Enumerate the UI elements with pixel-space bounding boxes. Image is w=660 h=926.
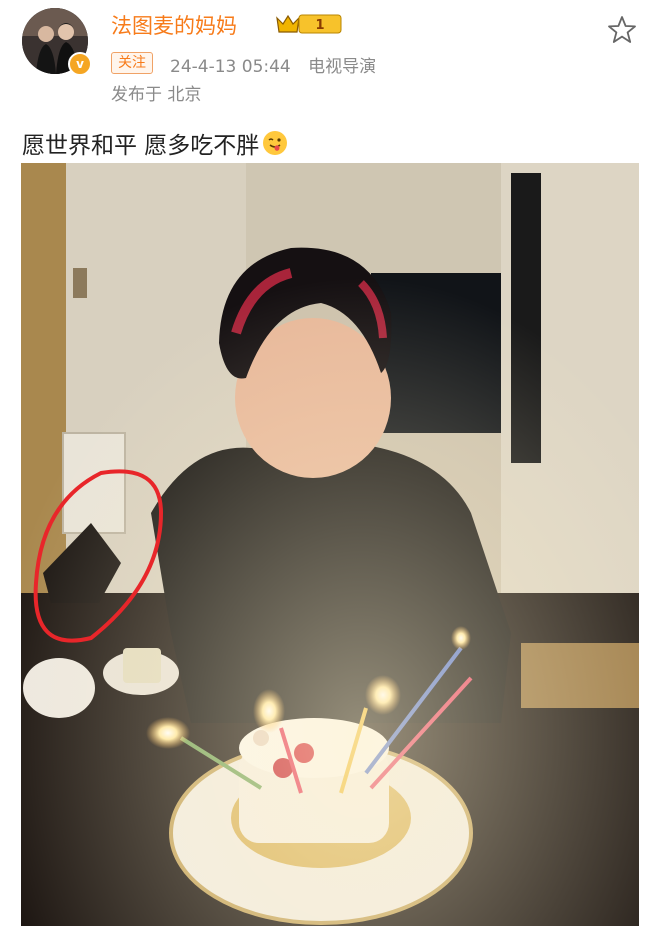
post-photo[interactable] [21, 163, 639, 926]
post-timestamp: 24-4-13 05:44 [170, 57, 291, 77]
post-text-row: 愿世界和平 愿多吃不胖 [22, 126, 288, 160]
post-location: 发布于 北京 [111, 85, 202, 105]
follow-button[interactable]: 关注 [111, 52, 153, 74]
post-source: 电视导演 [308, 57, 377, 77]
post-text: 愿世界和平 愿多吃不胖 [22, 133, 260, 159]
post-meta: 24-4-13 05:44 电视导演 [170, 52, 376, 77]
birthday-photo-image [21, 163, 639, 926]
author-name[interactable]: 法图麦的妈妈 [111, 10, 237, 40]
verified-badge-icon: v [68, 52, 92, 76]
vip-level-badge-icon: 1 [276, 14, 342, 34]
post-header: v 法图麦的妈妈 1 关注 24-4-13 05:44 电视导演 发布于 北京 [0, 0, 660, 110]
vip-level-number: 1 [315, 18, 324, 33]
tongue-wink-emoji-icon [263, 131, 288, 155]
star-outline-icon[interactable] [606, 14, 638, 46]
